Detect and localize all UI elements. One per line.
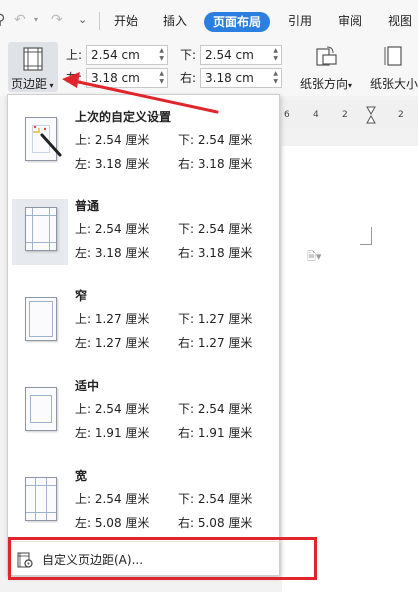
preset-last-custom[interactable]: 上次的自定义设置 上: 2.54 厘米 下: 2.54 厘米 左: 3.18 厘… [8, 107, 281, 199]
preset-top-value: 上: 2.54 厘米 [75, 222, 150, 236]
left-margin-label: 左: [66, 71, 83, 85]
preset-name: 适中 [75, 379, 100, 393]
search-icon[interactable]: ⚲ [0, 12, 5, 28]
right-margin-label: 右: [180, 71, 197, 85]
page-corner-mark [360, 227, 372, 245]
tab-review[interactable]: 审阅 [338, 13, 362, 29]
orientation-button[interactable]: 纸张方向▾ [295, 44, 357, 92]
ruler-tick: 2 [398, 110, 404, 120]
preset-right-value: 右: 5.08 厘米 [178, 516, 253, 530]
orientation-label: 纸张方向▾ [299, 77, 353, 91]
tab-home[interactable]: 开始 [114, 13, 138, 29]
preset-right-value: 右: 3.18 厘米 [178, 157, 253, 171]
preset-thumbnail [12, 109, 68, 175]
tab-page-layout[interactable]: 页面布局 [204, 12, 271, 32]
preset-bottom-value: 下: 1.27 厘米 [178, 312, 253, 326]
right-margin-input[interactable]: 3.18 cm ▲ ▼ [200, 68, 282, 88]
preset-bottom-value: 下: 2.54 厘米 [178, 133, 253, 147]
preset-bottom-value: 下: 2.54 厘米 [178, 222, 253, 236]
bottom-margin-input[interactable]: 2.54 cm ▲ ▼ [200, 45, 282, 65]
horizontal-ruler: 6 4 2 2 [280, 100, 418, 128]
preset-right-value: 右: 3.18 厘米 [178, 246, 253, 260]
orientation-icon [316, 46, 337, 66]
highlight-box-annotation [8, 537, 317, 580]
preset-normal[interactable]: 普通 上: 2.54 厘米 下: 2.54 厘米 左: 3.18 厘米 右: 3… [8, 197, 281, 289]
preset-name: 普通 [75, 199, 100, 213]
chevron-down-icon: ▾ [348, 81, 353, 90]
bottom-margin-label: 下: [180, 48, 197, 62]
paper-size-icon [384, 46, 402, 66]
tab-insert[interactable]: 插入 [163, 13, 187, 29]
document-page[interactable] [282, 146, 418, 592]
preset-narrow[interactable]: 窄 上: 1.27 厘米 下: 1.27 厘米 左: 1.27 厘米 右: 1.… [8, 287, 281, 379]
spin-arrows-icon[interactable]: ▲ ▼ [159, 70, 164, 86]
indent-marker-icon[interactable] [366, 106, 376, 126]
spin-arrows-icon[interactable]: ▲ ▼ [273, 47, 278, 63]
preset-left-value: 左: 3.18 厘米 [75, 157, 150, 171]
preset-left-value: 左: 1.27 厘米 [75, 336, 150, 350]
ruler-tick: 2 [342, 110, 348, 120]
spin-arrows-icon[interactable]: ▲ ▼ [159, 47, 164, 63]
preset-name: 窄 [75, 289, 88, 303]
preset-bottom-value: 下: 2.54 厘米 [178, 492, 253, 506]
tab-references[interactable]: 引用 [288, 13, 312, 29]
preset-name: 上次的自定义设置 [75, 110, 172, 124]
ruler-tick: 4 [313, 110, 319, 120]
spin-arrows-icon[interactable]: ▲ ▼ [273, 70, 278, 86]
preset-top-value: 上: 2.54 厘米 [75, 402, 150, 416]
preset-thumbnail [12, 289, 68, 355]
redo-icon[interactable]: ↷ [51, 12, 63, 28]
margins-icon [23, 47, 43, 71]
ribbon-tab-bar: ⚲ ↶ ▾ ↷ ⌄ 开始 插入 页面布局 引用 审阅 视图 [0, 0, 418, 40]
undo-dropdown-icon[interactable]: ▾ [34, 12, 38, 28]
top-margin-label: 上: [66, 48, 83, 62]
preset-right-value: 右: 1.91 厘米 [178, 426, 253, 440]
preset-thumbnail [12, 199, 68, 265]
preset-thumbnail [12, 469, 68, 535]
margins-dropdown-menu: 上次的自定义设置 上: 2.54 厘米 下: 2.54 厘米 左: 3.18 厘… [7, 94, 281, 576]
preset-top-value: 上: 1.27 厘米 [75, 312, 150, 326]
tab-view[interactable]: 视图 [388, 13, 412, 29]
quick-access-menu-icon[interactable]: ⌄ [78, 12, 87, 28]
preset-name: 宽 [75, 469, 88, 483]
undo-icon[interactable]: ↶ [14, 12, 26, 28]
preset-moderate[interactable]: 适中 上: 2.54 厘米 下: 2.54 厘米 左: 1.91 厘米 右: 1… [8, 377, 281, 469]
top-margin-input[interactable]: 2.54 cm ▲ ▼ [86, 45, 168, 65]
preset-thumbnail [12, 379, 68, 445]
toolbar-divider [99, 12, 100, 30]
preset-top-value: 上: 2.54 厘米 [75, 133, 150, 147]
margins-label: 页边距 ▾ [11, 77, 54, 91]
preset-top-value: 上: 2.54 厘米 [75, 492, 150, 506]
chevron-down-icon: ▾ [47, 81, 54, 90]
ribbon-toolbar: 页边距 ▾ 上: 2.54 cm ▲ ▼ 左: 3.18 cm ▲ ▼ 下: 2.5… [0, 40, 418, 96]
paste-options-icon[interactable]: 🗎▾ [307, 248, 321, 267]
preset-left-value: 左: 1.91 厘米 [75, 426, 150, 440]
paper-size-label: 纸张大小 [369, 77, 418, 91]
preset-bottom-value: 下: 2.54 厘米 [178, 402, 253, 416]
ruler-tick: 6 [284, 110, 290, 120]
preset-right-value: 右: 1.27 厘米 [178, 336, 253, 350]
margins-button[interactable]: 页边距 ▾ [8, 42, 58, 92]
paper-size-button[interactable]: 纸张大小 [364, 44, 418, 92]
preset-left-value: 左: 5.08 厘米 [75, 516, 150, 530]
magic-wand-icon [33, 125, 62, 157]
left-margin-input[interactable]: 3.18 cm ▲ ▼ [86, 68, 168, 88]
preset-left-value: 左: 3.18 厘米 [75, 246, 150, 260]
